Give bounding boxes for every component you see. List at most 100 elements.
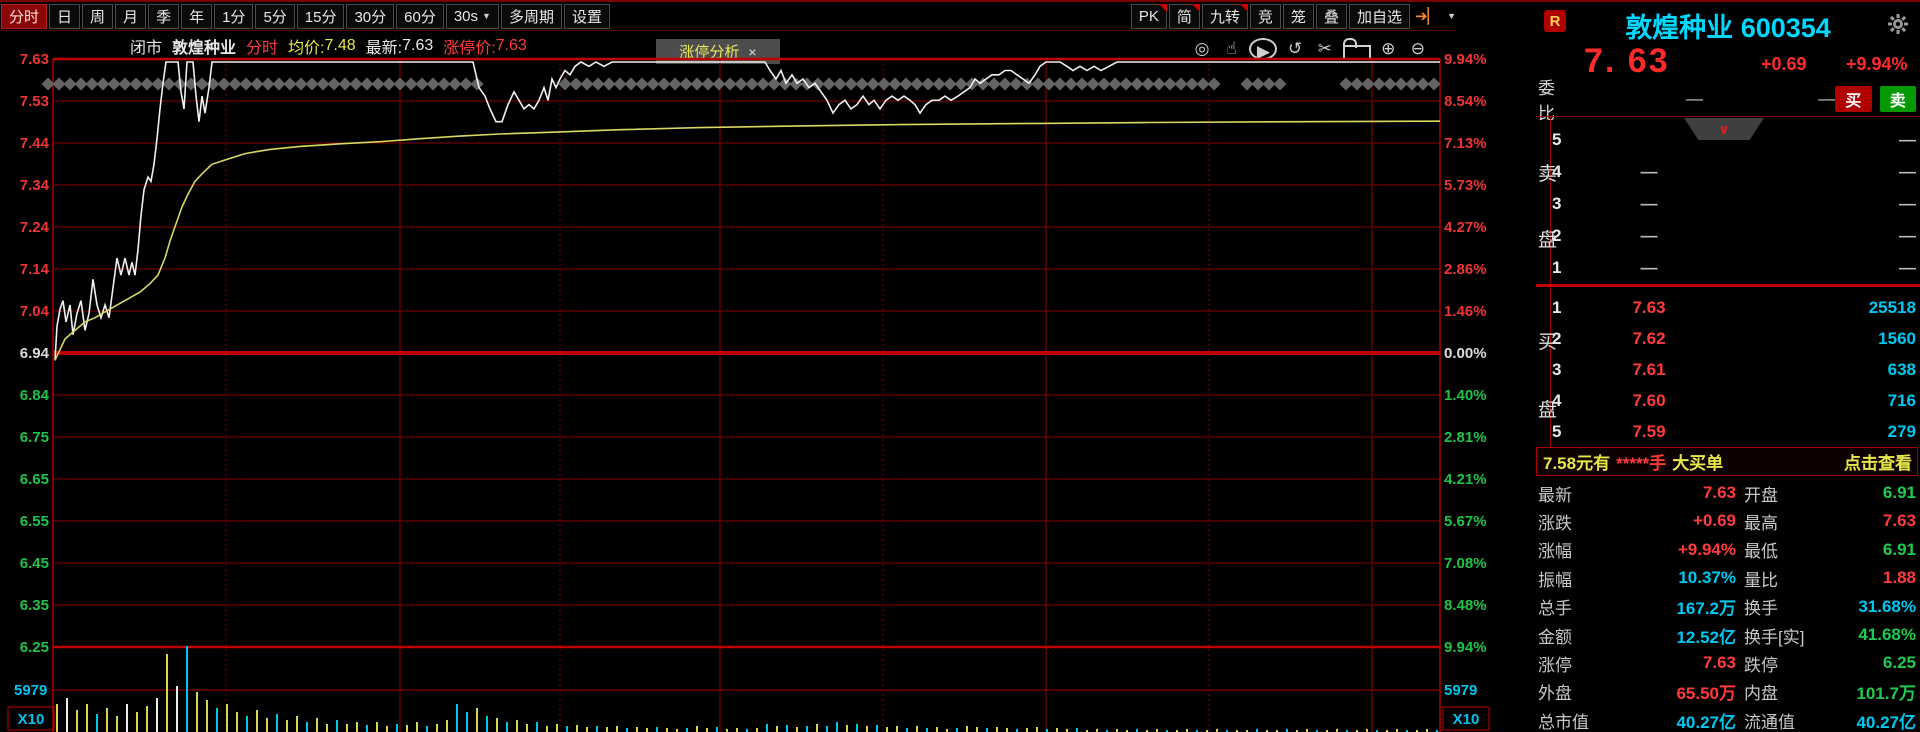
stat-label: 最高 <box>1744 509 1836 534</box>
pct-axis-label: 8.54% <box>1444 93 1487 110</box>
sell-level-row[interactable]: 3—— <box>1552 189 1916 219</box>
stat-label: 总手 <box>1538 594 1600 619</box>
weibi-value: — <box>1686 89 1703 109</box>
stat-row: 最新7.63开盘6.91 <box>1536 479 1920 507</box>
average-line <box>55 121 1440 360</box>
level-number: 1 <box>1552 298 1574 318</box>
level-price: — <box>1574 226 1724 246</box>
quote-panel: R 敦煌种业 600354 7. 63 +0.69 +9.94% 委比 — — … <box>1536 2 1920 732</box>
stat-value: 6.25 <box>1836 653 1916 673</box>
sell-level-row[interactable]: 1—— <box>1552 253 1916 283</box>
stat-value: 31.68% <box>1836 597 1916 617</box>
pct-axis-label: 4.27% <box>1444 219 1487 236</box>
volume-multiplier-label[interactable]: X10 <box>1453 711 1480 728</box>
price-axis-label: 7.53 <box>20 93 49 110</box>
last-price: 7. 63 <box>1584 42 1670 81</box>
pct-axis-label: 2.86% <box>1444 261 1487 278</box>
stat-label: 振幅 <box>1538 566 1600 591</box>
buy-gutter-label: 盘 <box>1538 395 1557 422</box>
price-axis-label: 6.25 <box>20 639 49 656</box>
banner-price: 7.58元有 <box>1543 449 1610 474</box>
level-volume: 279 <box>1724 422 1916 442</box>
pct-axis-label: 0.00% <box>1444 345 1487 362</box>
sell-level-row[interactable]: 2—— <box>1552 221 1916 251</box>
stat-label: 换手 <box>1744 594 1836 619</box>
level-price: 7.60 <box>1574 391 1724 411</box>
buy-level-row[interactable]: 57.59279 <box>1552 417 1916 447</box>
gear-icon[interactable] <box>1888 14 1908 34</box>
buy-gutter-label: 买 <box>1538 327 1557 354</box>
banner-type: 大买单 <box>1672 449 1723 474</box>
pct-axis-label: 2.81% <box>1444 429 1487 446</box>
volume-axis-label: 5979 <box>1444 682 1477 699</box>
stat-label: 开盘 <box>1744 481 1836 506</box>
stat-label: 涨跌 <box>1538 509 1600 534</box>
pct-axis-label: 9.94% <box>1444 639 1487 656</box>
stat-row: 总市值40.27亿流通值40.27亿 <box>1536 706 1920 732</box>
level-volume: — <box>1724 162 1916 182</box>
stat-label: 跌停 <box>1744 651 1836 676</box>
buy-level-row[interactable]: 37.61638 <box>1552 355 1916 385</box>
level-price: 7.62 <box>1574 329 1724 349</box>
pct-axis-label: 4.21% <box>1444 471 1487 488</box>
level-price: 7.59 <box>1574 422 1724 442</box>
stat-value: 40.27亿 <box>1836 708 1916 732</box>
price-axis-label: 6.55 <box>20 513 49 530</box>
stat-value: 12.52亿 <box>1600 623 1736 648</box>
stat-label: 量比 <box>1744 566 1836 591</box>
banner-hidden-volume: *****手 <box>1616 449 1666 474</box>
price-change: +0.69 <box>1761 54 1807 75</box>
sell-button[interactable]: 卖 <box>1880 86 1916 112</box>
pct-axis-label: 8.48% <box>1444 597 1487 614</box>
price-axis-label: 7.24 <box>20 219 50 236</box>
weicha-value: — <box>1818 89 1835 109</box>
buy-level-row[interactable]: 17.6325518 <box>1552 293 1916 323</box>
pct-axis-label: 5.67% <box>1444 513 1487 530</box>
level-volume: 716 <box>1724 391 1916 411</box>
buy-button[interactable]: 买 <box>1835 86 1871 112</box>
price-axis-label: 7.44 <box>20 135 50 152</box>
level-volume: 1560 <box>1724 329 1916 349</box>
price-axis-label: 7.34 <box>20 177 50 194</box>
banner-view-link[interactable]: 点击查看 <box>1844 449 1912 474</box>
stat-value: 1.88 <box>1836 568 1916 588</box>
level-number: 3 <box>1552 360 1574 380</box>
level-number: 1 <box>1552 258 1574 278</box>
stat-row: 总手167.2万换手31.68% <box>1536 593 1920 621</box>
stat-value: 65.50万 <box>1600 679 1736 704</box>
stat-row: 金额12.52亿换手[实]41.68% <box>1536 621 1920 649</box>
intraday-chart[interactable]: 7.639.94%7.538.54%7.447.13%7.345.73%7.24… <box>0 2 1536 732</box>
stat-label: 换手[实] <box>1744 623 1836 648</box>
level-number: 5 <box>1552 130 1574 150</box>
pct-axis-label: 5.73% <box>1444 177 1487 194</box>
price-axis-label: 7.04 <box>20 303 50 320</box>
stat-value: 6.91 <box>1836 540 1916 560</box>
sell-gutter-label: 盘 <box>1538 225 1557 252</box>
stat-value: +9.94% <box>1600 540 1736 560</box>
buy-level-row[interactable]: 27.621560 <box>1552 324 1916 354</box>
stock-title: 敦煌种业 600354 <box>1536 6 1920 45</box>
stat-value: 10.37% <box>1600 568 1736 588</box>
stat-label: 金额 <box>1538 623 1600 648</box>
volume-multiplier-label[interactable]: X10 <box>18 711 45 728</box>
level-price: — <box>1574 194 1724 214</box>
buy-level-row[interactable]: 47.60716 <box>1552 386 1916 416</box>
weibi-row: 委比 — — 买 卖 <box>1536 82 1920 116</box>
stat-label: 总市值 <box>1538 708 1600 732</box>
stat-value: 101.7万 <box>1836 679 1916 704</box>
sell-level-row[interactable]: 4—— <box>1552 157 1916 187</box>
level-volume: — <box>1724 194 1916 214</box>
level-number: 5 <box>1552 422 1574 442</box>
stat-label: 流通值 <box>1744 708 1836 732</box>
price-axis-label: 7.63 <box>20 51 49 68</box>
big-order-banner[interactable]: 7.58元有 *****手 大买单 点击查看 <box>1536 447 1918 476</box>
limit-seal-marker <box>1274 78 1287 91</box>
price-line <box>55 62 1440 360</box>
stat-label: 内盘 <box>1744 679 1836 704</box>
price-axis-label: 6.94 <box>20 345 50 362</box>
pct-axis-label: 9.94% <box>1444 51 1487 68</box>
level-number: 3 <box>1552 194 1574 214</box>
stat-value: 40.27亿 <box>1600 708 1736 732</box>
price-axis-label: 6.65 <box>20 471 49 488</box>
book-separator <box>1536 284 1920 287</box>
